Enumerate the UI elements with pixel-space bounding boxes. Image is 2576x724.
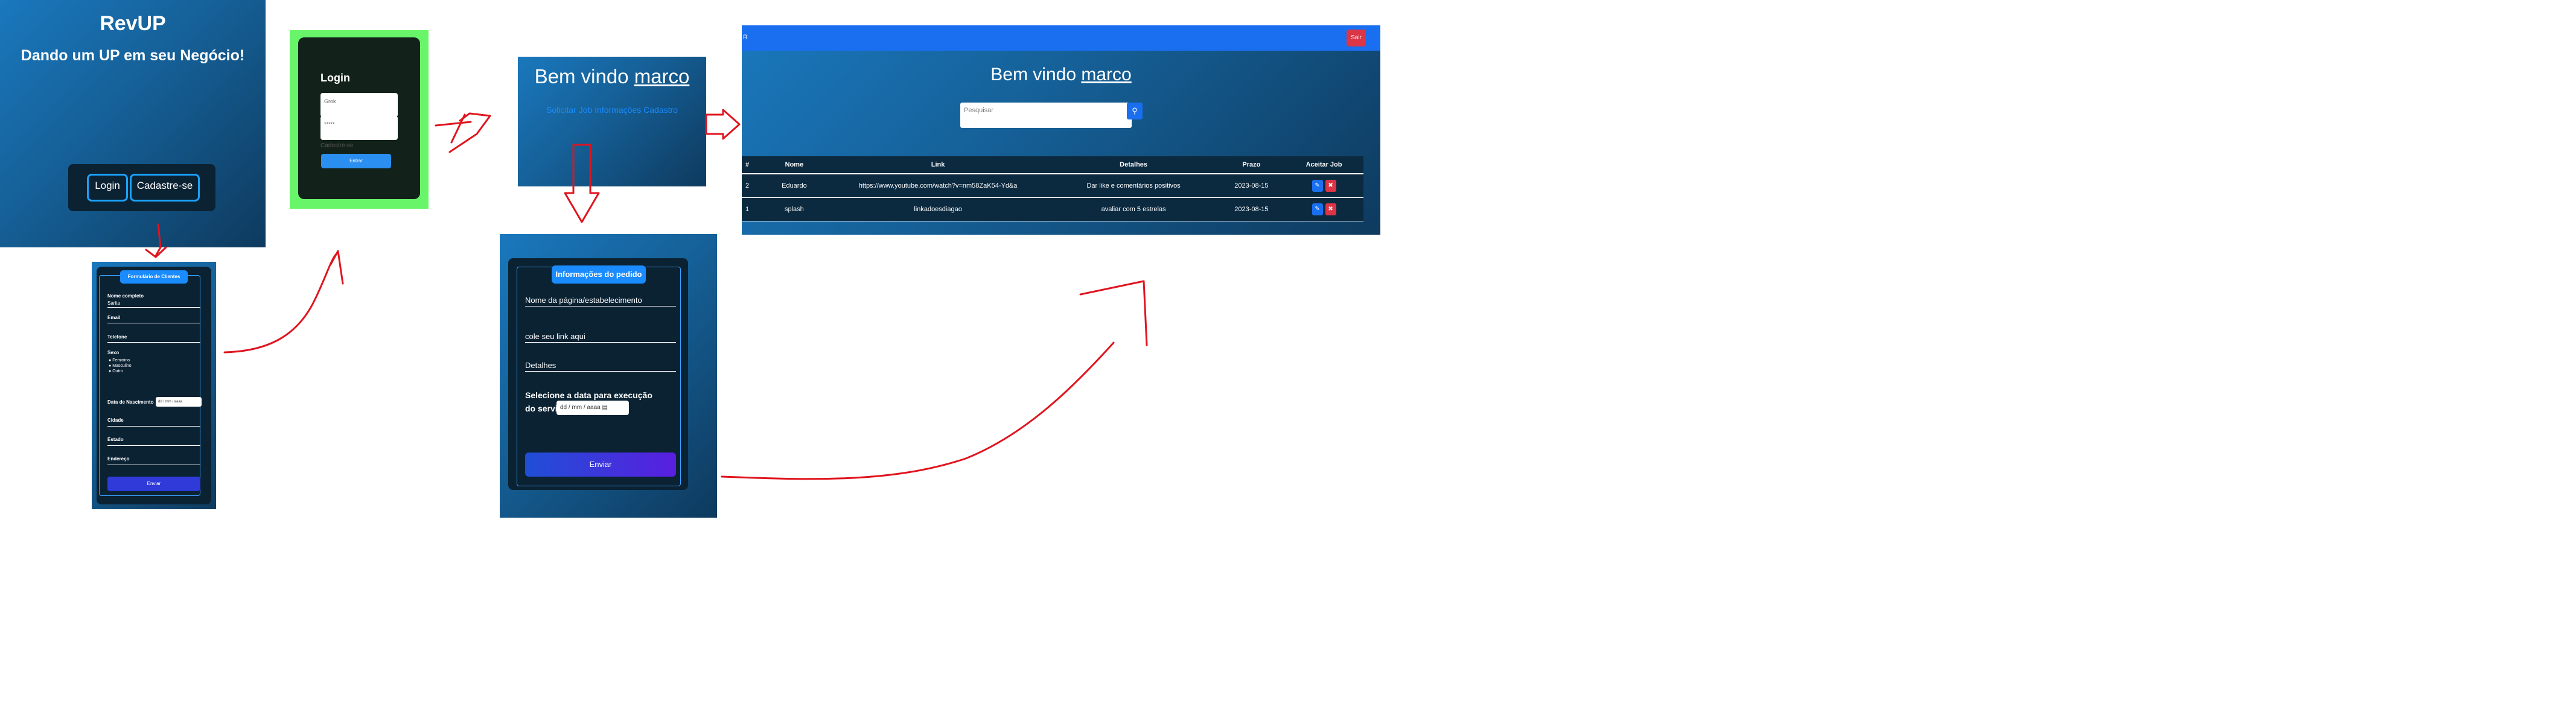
welcome-heading: Bem vindo marco bbox=[518, 65, 706, 88]
details-underline bbox=[525, 371, 676, 372]
radio-masculino[interactable]: ● Masculino bbox=[109, 364, 132, 368]
row-actions: ✎ ✖ bbox=[1284, 197, 1363, 221]
col-aceitar-header: Aceitar Job bbox=[1284, 156, 1363, 174]
search-button[interactable]: ⚲ bbox=[1127, 103, 1143, 119]
row-id: 1 bbox=[742, 197, 762, 221]
login-button[interactable]: Login bbox=[87, 174, 128, 202]
dashboard-screen: R Sair Bem vindo marco Pesquisar ⚲ # Nom… bbox=[742, 25, 1380, 235]
arrow-form-to-login bbox=[223, 250, 344, 354]
sexo-label: Sexo bbox=[107, 350, 120, 355]
row-nome: splash bbox=[761, 197, 827, 221]
welcome-greeting: Bem vindo bbox=[534, 65, 629, 87]
login-screen: Login Grok ***** Cadastre-se Entrar bbox=[290, 30, 429, 209]
edit-icon: ✎ bbox=[1315, 182, 1320, 189]
table-row: 1 splash linkadoesdiagao avaliar com 5 e… bbox=[742, 197, 1363, 221]
details-field[interactable]: Detalhes bbox=[525, 361, 556, 370]
order-form-title: Informações do pedido bbox=[552, 265, 646, 284]
dashboard-greeting: Bem vindo bbox=[990, 65, 1077, 84]
estado-field[interactable] bbox=[107, 445, 200, 446]
logout-button[interactable]: Sair bbox=[1347, 30, 1366, 46]
search-input[interactable]: Pesquisar bbox=[960, 103, 1132, 128]
table-row: 2 Eduardo https://www.youtube.com/watch?… bbox=[742, 174, 1363, 198]
nome-field[interactable]: Sarita bbox=[107, 300, 120, 306]
nome-label: Nome completo bbox=[107, 293, 144, 299]
client-form-border bbox=[99, 275, 200, 496]
navbar-brand[interactable]: R bbox=[743, 34, 748, 41]
service-date-input[interactable]: dd / mm / aaaa ▤ bbox=[556, 401, 629, 415]
welcome-username[interactable]: marco bbox=[634, 65, 690, 87]
login-submit-button[interactable]: Entrar bbox=[321, 154, 391, 168]
endereco-label: Endereço bbox=[107, 456, 130, 462]
navbar: R Sair bbox=[742, 25, 1380, 51]
arrow-welcome-to-dashboard bbox=[705, 109, 741, 140]
search-icon: ⚲ bbox=[1132, 106, 1138, 115]
radio-feminino[interactable]: ● Feminino bbox=[109, 358, 130, 363]
col-nome-header: Nome bbox=[761, 156, 827, 174]
signup-button[interactable]: Cadastre-se bbox=[130, 174, 200, 202]
brand-title: RevUP bbox=[100, 12, 166, 35]
col-id-header: # bbox=[742, 156, 762, 174]
welcome-nav-links[interactable]: Solicitar Job Informações Cadastro bbox=[518, 105, 706, 115]
row-detalhes: Dar like e comentários positivos bbox=[1048, 174, 1219, 198]
radio-outro-label: Outro bbox=[112, 369, 123, 373]
telefone-field[interactable] bbox=[107, 342, 200, 343]
link-field[interactable]: cole seu link aqui bbox=[525, 332, 585, 341]
row-link[interactable]: linkadoesdiagao bbox=[827, 197, 1049, 221]
page-name-field[interactable]: Nome da página/estabelecimento bbox=[525, 296, 642, 305]
table-header-row: # Nome Link Detalhes Prazo Aceitar Job bbox=[742, 156, 1363, 174]
cidade-field[interactable] bbox=[107, 426, 200, 427]
arrow-login-to-welcome bbox=[435, 112, 491, 153]
username-input[interactable]: Grok bbox=[320, 93, 398, 117]
row-nome: Eduardo bbox=[761, 174, 827, 198]
order-form-screen: Informações do pedido Nome da página/est… bbox=[500, 234, 717, 518]
estado-label: Estado bbox=[107, 437, 124, 442]
password-input[interactable]: ***** bbox=[320, 116, 398, 140]
arrow-order-to-dashboard bbox=[721, 280, 1148, 480]
client-form-title: Formulário de Clientes bbox=[120, 270, 188, 284]
radio-feminino-label: Feminino bbox=[112, 358, 130, 363]
jobs-table: # Nome Link Detalhes Prazo Aceitar Job 2… bbox=[742, 156, 1363, 221]
edit-icon: ✎ bbox=[1315, 206, 1320, 212]
client-form-screen: Formulário de Clientes Nome completo Sar… bbox=[92, 262, 216, 509]
edit-button[interactable]: ✎ bbox=[1312, 180, 1323, 192]
row-link[interactable]: https://www.youtube.com/watch?v=nm58ZaK5… bbox=[827, 174, 1049, 198]
landing-button-box: Login Cadastre-se bbox=[68, 164, 215, 211]
row-id: 2 bbox=[742, 174, 762, 198]
email-label: Email bbox=[107, 315, 121, 320]
trash-icon: ✖ bbox=[1328, 182, 1333, 189]
link-underline bbox=[525, 342, 676, 343]
row-detalhes: avaliar com 5 estrelas bbox=[1048, 197, 1219, 221]
dashboard-welcome-heading: Bem vindo marco bbox=[742, 65, 1380, 85]
row-actions: ✎ ✖ bbox=[1284, 174, 1363, 198]
edit-button[interactable]: ✎ bbox=[1312, 203, 1323, 215]
service-date-value: dd / mm / aaaa bbox=[560, 404, 601, 411]
signup-link[interactable]: Cadastre-se bbox=[320, 142, 353, 149]
dashboard-username[interactable]: marco bbox=[1081, 65, 1131, 84]
radio-masculino-label: Masculino bbox=[112, 364, 132, 368]
trash-icon: ✖ bbox=[1328, 206, 1333, 212]
login-title: Login bbox=[320, 72, 350, 84]
cidade-label: Cidade bbox=[107, 418, 124, 423]
calendar-icon: ▤ bbox=[602, 404, 608, 411]
col-prazo-header: Prazo bbox=[1218, 156, 1285, 174]
delete-button[interactable]: ✖ bbox=[1325, 203, 1336, 215]
nascimento-label: Data de Nascimento bbox=[107, 399, 154, 405]
telefone-label: Telefone bbox=[107, 334, 127, 340]
landing-screen: RevUP Dando um UP em seu Negócio! Login … bbox=[0, 0, 266, 247]
row-prazo: 2023-08-15 bbox=[1218, 174, 1285, 198]
nome-underline bbox=[107, 307, 200, 308]
delete-button[interactable]: ✖ bbox=[1325, 180, 1336, 192]
row-prazo: 2023-08-15 bbox=[1218, 197, 1285, 221]
radio-outro[interactable]: ● Outro bbox=[109, 369, 123, 373]
client-form-submit-button[interactable]: Enviar bbox=[107, 477, 200, 491]
welcome-screen: Bem vindo marco Solicitar Job Informaçõe… bbox=[518, 57, 706, 186]
col-detalhes-header: Detalhes bbox=[1048, 156, 1219, 174]
nascimento-date-input[interactable]: dd / mm / aaaa bbox=[156, 397, 202, 407]
tagline: Dando um UP em seu Negócio! bbox=[21, 47, 245, 64]
col-link-header: Link bbox=[827, 156, 1049, 174]
order-submit-button[interactable]: Enviar bbox=[525, 453, 676, 477]
